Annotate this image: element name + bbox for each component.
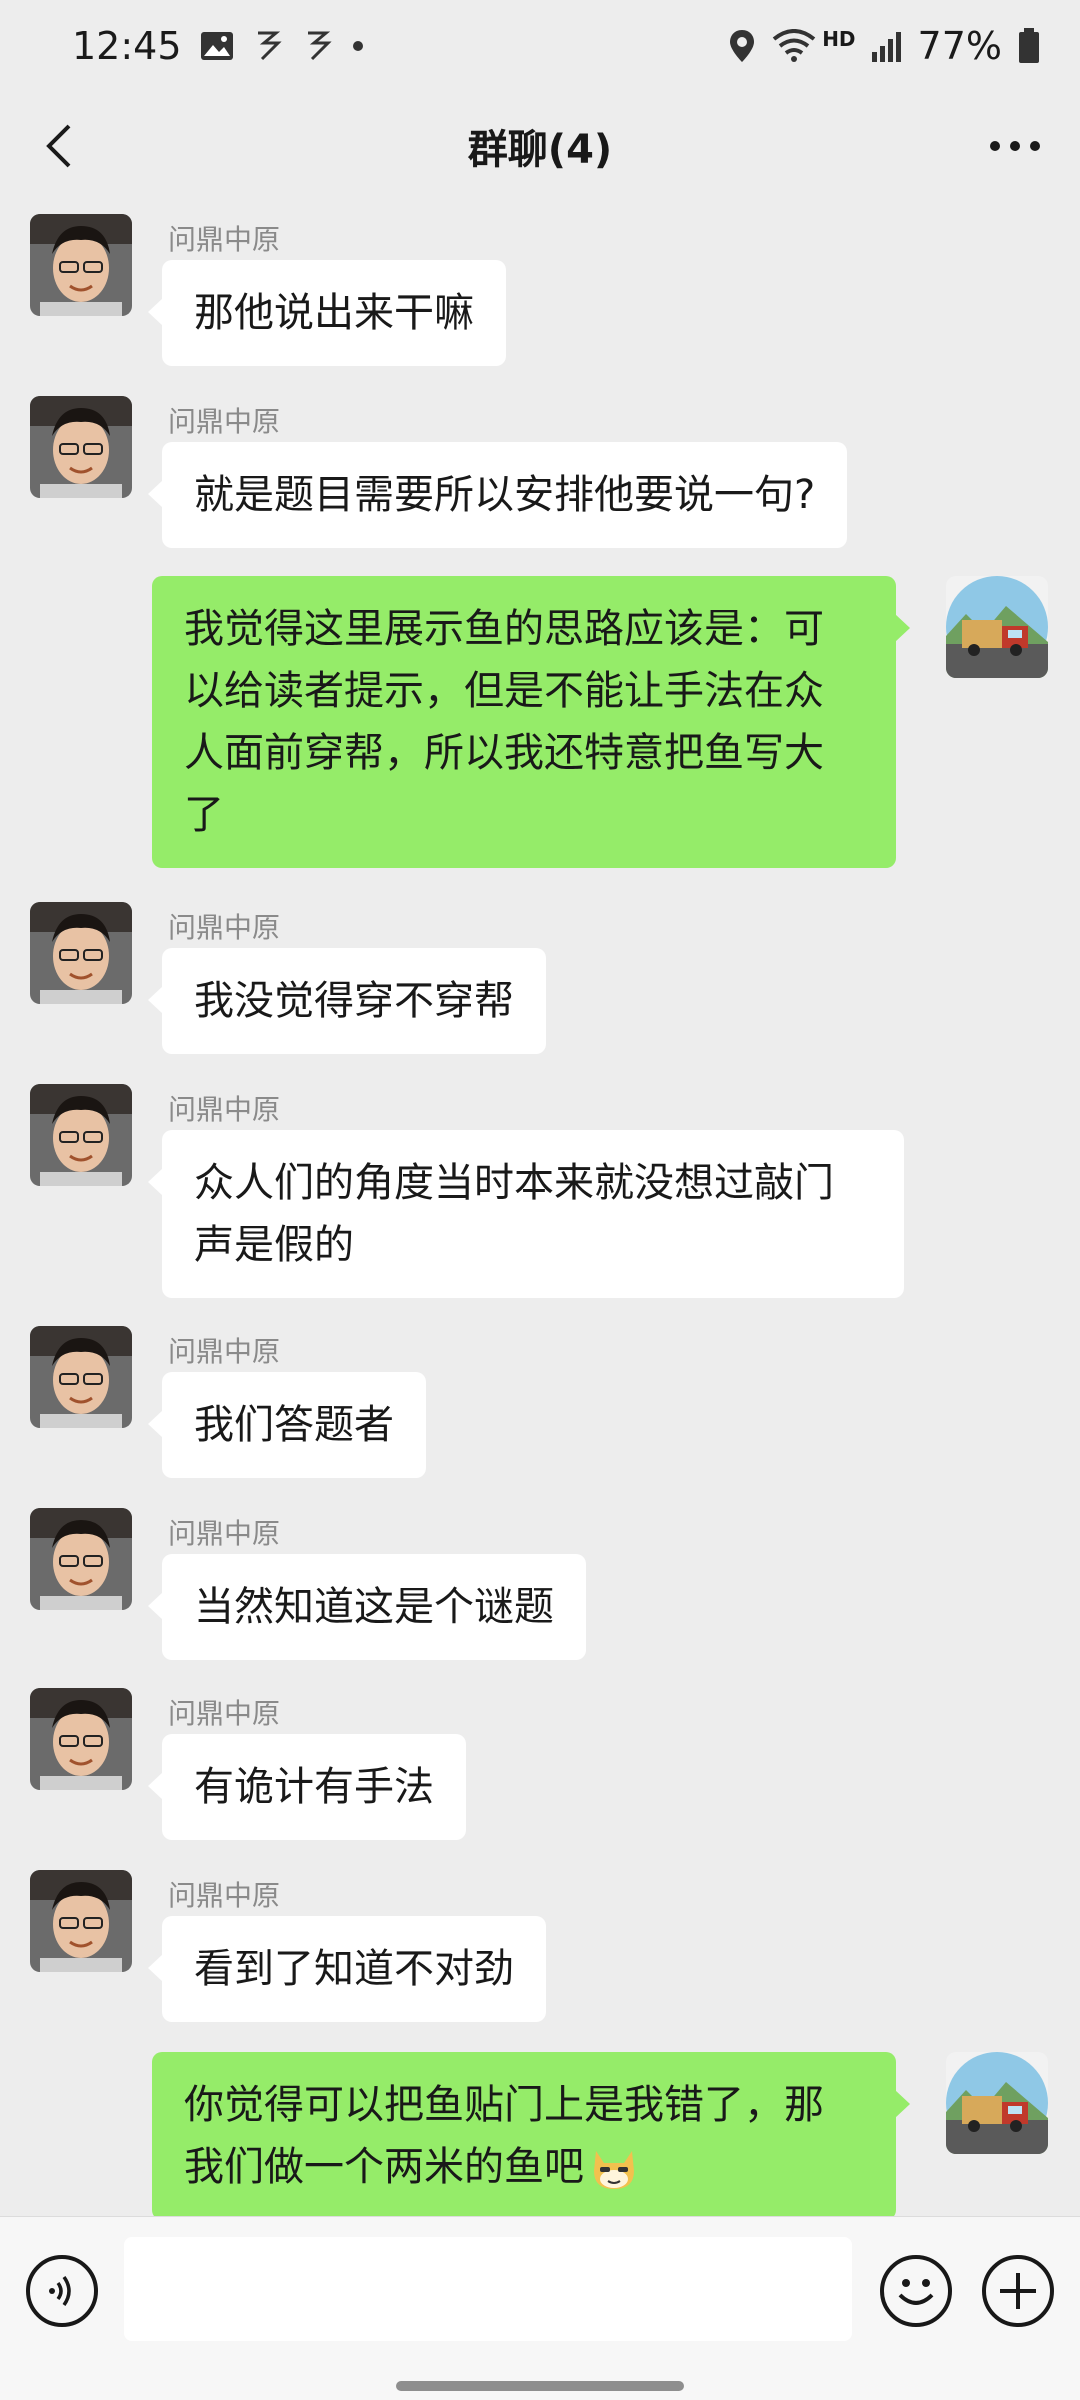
- avatar[interactable]: [30, 1084, 132, 1186]
- sender-name: 问鼎中原: [168, 911, 281, 944]
- message-bubble[interactable]: 看到了知道不对劲: [148, 1916, 546, 2022]
- smiley-icon: [898, 2279, 934, 2305]
- sender-name: 问鼎中原: [168, 1093, 281, 1126]
- message-line: 众人们的角度当时本来就没想过敲门: [194, 1160, 834, 1206]
- message-line: 人面前穿帮，所以我还特意把鱼写大: [184, 730, 824, 776]
- my-avatar[interactable]: [946, 2052, 1048, 2154]
- sender-name: 问鼎中原: [168, 1697, 281, 1730]
- sender-name: 问鼎中原: [168, 1879, 281, 1912]
- avatar[interactable]: [30, 1326, 132, 1428]
- location-icon: [728, 28, 756, 64]
- sender-name: 问鼎中原: [168, 1335, 281, 1368]
- plus-icon: [1000, 2273, 1036, 2309]
- message-bubble[interactable]: 你觉得可以把鱼贴门上是我错了，那 我们做一个两米的鱼吧: [152, 2052, 910, 2216]
- message-line: 你觉得可以把鱼贴门上是我错了，那: [184, 2082, 824, 2128]
- sender-name: 问鼎中原: [168, 405, 281, 438]
- chat-title: 群聊(4): [467, 127, 613, 173]
- app-notification-icon: [252, 29, 284, 63]
- signal-icon: [871, 30, 902, 62]
- emoji-button[interactable]: [880, 2255, 952, 2327]
- wifi-icon: [772, 29, 816, 63]
- chat-header: 群聊(4): [0, 92, 1080, 200]
- more-button[interactable]: [980, 116, 1050, 176]
- message-bubble[interactable]: 众人们的角度当时本来就没想过敲门 声是假的: [148, 1130, 904, 1298]
- gallery-icon: [200, 31, 234, 61]
- network-type-label: HD: [822, 27, 856, 51]
- voice-icon: [49, 2275, 71, 2307]
- message-line-text: 我们做一个两米的鱼吧: [184, 2144, 584, 2190]
- message-bubble[interactable]: 那他说出来干嘛: [148, 260, 506, 366]
- battery-icon: [1018, 28, 1040, 64]
- message-bubble[interactable]: 我觉得这里展示鱼的思路应该是：可 以给读者提示，但是不能让手法在众 人面前穿帮，…: [152, 576, 910, 868]
- sender-name: 问鼎中原: [168, 223, 281, 256]
- status-bar: 12:45 HD 77%: [0, 0, 1080, 92]
- avatar[interactable]: [30, 396, 132, 498]
- message-bubble[interactable]: 我们答题者: [148, 1372, 426, 1478]
- app-notification-icon: [302, 29, 334, 63]
- doge-emoji-icon: [588, 2141, 640, 2193]
- status-time: 12:45: [72, 24, 182, 68]
- more-notifications-dot-icon: [352, 40, 364, 52]
- message-input[interactable]: [124, 2237, 852, 2341]
- message-list[interactable]: 问鼎中原 那他说出来干嘛 问鼎中原 就是题目需要所以安排他要说一句? 我觉得这里…: [0, 200, 1080, 2216]
- avatar[interactable]: [30, 902, 132, 1004]
- my-avatar[interactable]: [946, 576, 1048, 678]
- input-bar: [0, 2216, 1080, 2400]
- avatar[interactable]: [30, 1508, 132, 1610]
- message-line: 以给读者提示，但是不能让手法在众: [184, 668, 824, 714]
- message-line: 声是假的: [194, 1222, 354, 1268]
- home-indicator[interactable]: [396, 2381, 684, 2391]
- more-dots-icon: [990, 141, 1040, 151]
- battery-percent: 77%: [917, 24, 1002, 68]
- more-actions-button[interactable]: [982, 2255, 1054, 2327]
- message-line: 了: [184, 792, 224, 838]
- message-line: 我觉得这里展示鱼的思路应该是：可: [184, 606, 824, 652]
- message-bubble[interactable]: 当然知道这是个谜题: [148, 1554, 586, 1660]
- avatar[interactable]: [30, 214, 132, 316]
- message-bubble[interactable]: 我没觉得穿不穿帮: [148, 948, 546, 1054]
- message-bubble[interactable]: 就是题目需要所以安排他要说一句?: [147, 442, 848, 548]
- message-bubble[interactable]: 有诡计有手法: [148, 1734, 466, 1840]
- back-button[interactable]: [28, 116, 88, 176]
- avatar[interactable]: [30, 1688, 132, 1790]
- voice-button[interactable]: [26, 2255, 98, 2327]
- chevron-left-icon: [46, 124, 71, 168]
- sender-name: 问鼎中原: [168, 1517, 281, 1550]
- message-line: 我们做一个两米的鱼吧: [184, 2136, 864, 2198]
- avatar[interactable]: [30, 1870, 132, 1972]
